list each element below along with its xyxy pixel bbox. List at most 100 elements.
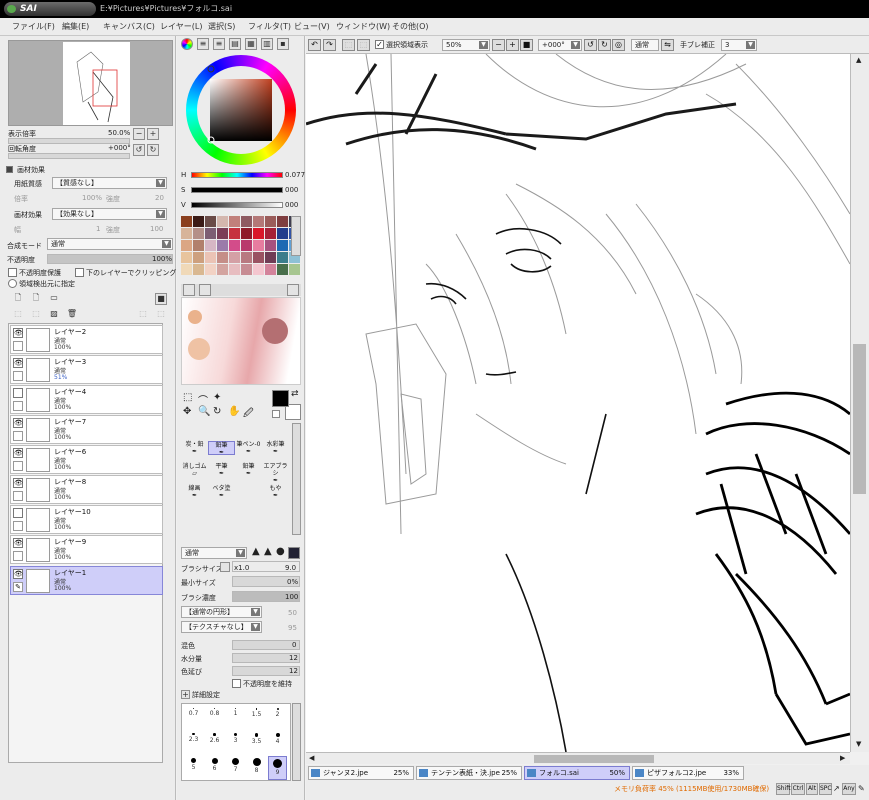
menu-filter[interactable]: フィルタ(T) bbox=[248, 21, 291, 32]
color-swatch[interactable] bbox=[205, 264, 216, 275]
rotate-select[interactable]: +000° ▼ bbox=[538, 39, 582, 51]
layer-row[interactable]: レイヤー10 通常 100% bbox=[10, 505, 163, 534]
color-swatch[interactable] bbox=[217, 252, 228, 263]
menu-canvas[interactable]: キャンバス(C) bbox=[103, 21, 155, 32]
rotate-left-icon[interactable]: ↺ bbox=[584, 39, 597, 51]
zoom-out-button[interactable]: − bbox=[133, 128, 145, 140]
document-tab[interactable]: ピザフォルコ2.jpe 33% bbox=[632, 766, 744, 780]
zoom-icon[interactable]: 🔍 bbox=[198, 406, 210, 417]
zoom-in-button[interactable]: + bbox=[147, 128, 159, 140]
lasso-icon[interactable]: ⌒ bbox=[198, 392, 208, 407]
zoom-plus-icon[interactable]: + bbox=[506, 39, 519, 51]
eye-icon[interactable]: 👁 bbox=[13, 448, 23, 458]
rotate-ccw-button[interactable]: ↺ bbox=[133, 144, 145, 156]
color-swatch[interactable] bbox=[253, 240, 264, 251]
select-rect-icon[interactable]: ⬚ bbox=[183, 392, 192, 403]
eye-icon[interactable]: 👁 bbox=[13, 478, 23, 488]
brush-texture-select[interactable]: 【テクスチャなし】 ▼ bbox=[181, 621, 262, 633]
brush-size-scrollbar[interactable] bbox=[292, 703, 301, 781]
zoom-select[interactable]: 50% ▼ bbox=[442, 39, 490, 51]
flip-icon[interactable]: ⇋ bbox=[661, 39, 674, 51]
layer-row[interactable]: 👁 レイヤー9 通常 100% bbox=[10, 535, 163, 564]
eye-icon[interactable]: 👁 bbox=[13, 569, 23, 579]
saturation-slider[interactable] bbox=[191, 187, 283, 193]
layer-row[interactable]: 👁 レイヤー3 通常 51% bbox=[10, 355, 163, 384]
brush-size-preset[interactable]: 2.3 bbox=[184, 731, 203, 755]
color-swatch[interactable] bbox=[241, 264, 252, 275]
eye-icon[interactable] bbox=[13, 388, 23, 398]
rotate-slider[interactable] bbox=[8, 153, 130, 159]
move-icon[interactable]: ✥ bbox=[183, 406, 191, 417]
color-swatch[interactable] bbox=[265, 228, 276, 239]
brush-tip-square-icon[interactable] bbox=[288, 547, 300, 559]
brush-size-toggle[interactable] bbox=[220, 562, 230, 572]
scroll-down-icon[interactable]: ▼ bbox=[856, 740, 861, 748]
brush-size-preset[interactable]: 5 bbox=[184, 756, 203, 780]
layer-row[interactable]: 👁 レイヤー6 通常 100% bbox=[10, 445, 163, 474]
color-swatch[interactable] bbox=[181, 240, 192, 251]
mix-slider[interactable] bbox=[232, 640, 300, 650]
color-swatch[interactable] bbox=[217, 216, 228, 227]
brush-slot[interactable]: 筆ペン-0 ✒ bbox=[235, 441, 262, 455]
brush-size-preset[interactable]: 1 bbox=[226, 706, 245, 730]
brush-slot[interactable]: エアブラシ ✒ bbox=[262, 463, 289, 484]
rotate-reset-icon[interactable]: ◎ bbox=[612, 39, 625, 51]
hue-slider[interactable] bbox=[191, 172, 283, 178]
layer-row[interactable]: 👁 レイヤー2 通常 100% bbox=[10, 325, 163, 354]
color-swatch[interactable] bbox=[253, 216, 264, 227]
color-swatch[interactable] bbox=[277, 228, 288, 239]
color-swatch[interactable] bbox=[181, 264, 192, 275]
brush-tip-hard-icon[interactable]: ▲ bbox=[252, 546, 260, 557]
color-swatch[interactable] bbox=[229, 264, 240, 275]
brush-size-preset[interactable]: 2.6 bbox=[205, 731, 224, 755]
color-swatch[interactable] bbox=[205, 240, 216, 251]
brush-size-preset[interactable]: 2 bbox=[268, 706, 287, 730]
color-swatch[interactable] bbox=[181, 252, 192, 263]
vertical-scroll-thumb[interactable] bbox=[853, 344, 866, 494]
color-swatch[interactable] bbox=[229, 216, 240, 227]
document-tab-active[interactable]: フォルコ.sai 50% bbox=[524, 766, 630, 780]
brush-slot[interactable]: もや ✒ bbox=[262, 485, 289, 499]
color-swatch[interactable] bbox=[205, 252, 216, 263]
brush-size-preset[interactable]: 4 bbox=[268, 731, 287, 755]
redo-icon[interactable]: ↷ bbox=[323, 39, 336, 51]
scroll-up-icon[interactable]: ▲ bbox=[856, 56, 861, 64]
scroll-right-icon[interactable]: ▶ bbox=[840, 754, 845, 762]
rgb-slider-tab-icon[interactable]: ≡ bbox=[197, 38, 209, 50]
eye-icon[interactable]: 👁 bbox=[13, 418, 23, 428]
menu-layer[interactable]: レイヤー(L) bbox=[160, 21, 202, 32]
lock-icon[interactable] bbox=[13, 431, 23, 441]
stabilizer-select[interactable]: 3 ▼ bbox=[721, 39, 757, 51]
selection-display-checkbox[interactable]: ✓ bbox=[375, 40, 384, 49]
layer-row-selected[interactable]: 👁 ✎ レイヤー1 通常 100% bbox=[10, 566, 163, 595]
color-swatch[interactable] bbox=[265, 252, 276, 263]
drawing-canvas[interactable] bbox=[306, 54, 850, 752]
detail-expand-icon[interactable]: + bbox=[181, 690, 190, 699]
new-layer-icon[interactable]: 🗋 bbox=[12, 293, 24, 305]
color-wheel-tab-icon[interactable] bbox=[181, 38, 193, 50]
new-linework-layer-icon[interactable]: 🗋 bbox=[30, 293, 42, 305]
color-swatch[interactable] bbox=[205, 216, 216, 227]
color-swatch[interactable] bbox=[277, 216, 288, 227]
eye-icon[interactable]: 👁 bbox=[13, 538, 23, 548]
swap-colors-icon[interactable]: ⇄ bbox=[291, 389, 299, 399]
color-swatch[interactable] bbox=[253, 264, 264, 275]
deselect-icon[interactable]: ⬚ bbox=[342, 39, 355, 51]
brush-slot[interactable]: 炭・鉛 ✒ bbox=[181, 441, 208, 455]
brush-size-preset[interactable]: 8 bbox=[247, 756, 266, 780]
brush-size-preset[interactable]: 3.5 bbox=[247, 731, 266, 755]
menu-file[interactable]: ファイル(F) bbox=[12, 21, 55, 32]
blend-mode-select[interactable]: 通常 ▼ bbox=[47, 238, 173, 250]
vertical-scrollbar[interactable]: ▲ ▼ bbox=[850, 54, 869, 752]
swatch-tab-icon[interactable]: ▦ bbox=[245, 38, 257, 50]
brush-size-preset[interactable]: 0.7 bbox=[184, 706, 203, 730]
brush-slot[interactable]: 鉛筆 ✒ bbox=[235, 463, 262, 477]
navigator[interactable] bbox=[8, 40, 173, 126]
color-swatch[interactable] bbox=[229, 240, 240, 251]
brush-tip-medium-icon[interactable]: ▲ bbox=[264, 546, 272, 557]
primary-color[interactable] bbox=[272, 390, 289, 407]
color-swatch[interactable] bbox=[205, 228, 216, 239]
scratchpad-tab-icon[interactable]: ▥ bbox=[261, 38, 273, 50]
layer-row[interactable]: レイヤー4 通常 100% bbox=[10, 385, 163, 414]
layer-row[interactable]: 👁 レイヤー8 通常 100% bbox=[10, 475, 163, 504]
